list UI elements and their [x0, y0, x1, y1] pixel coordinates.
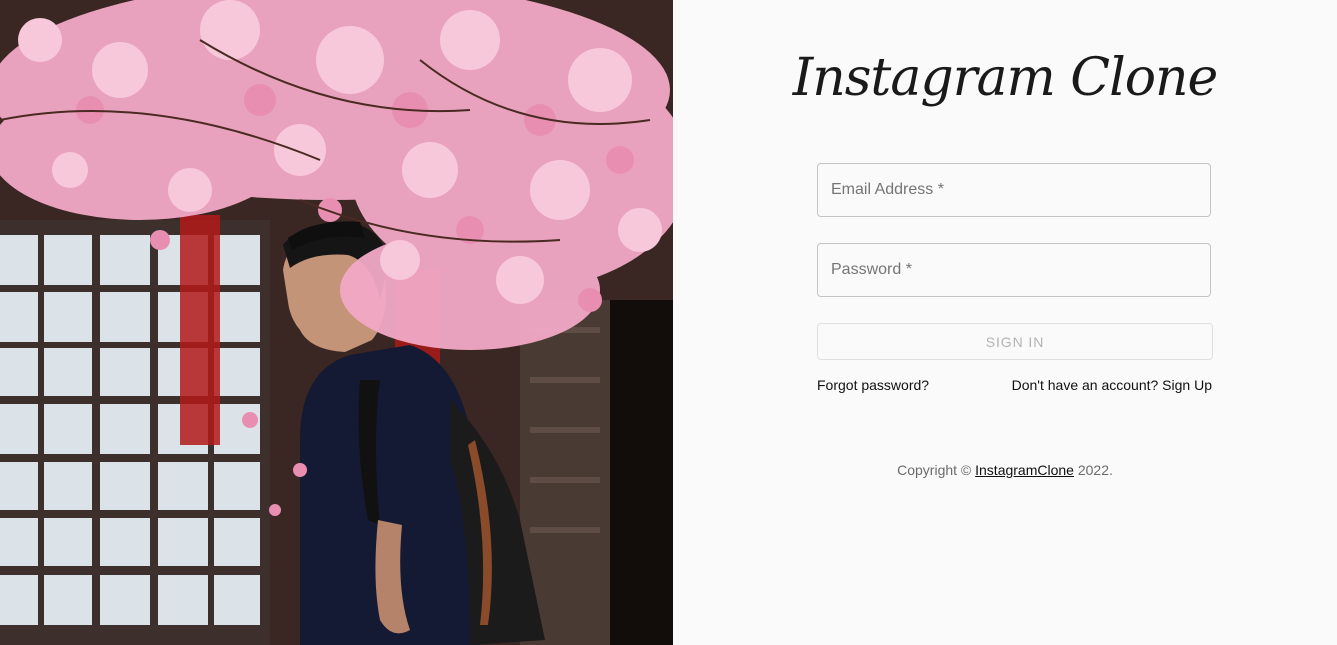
login-panel: Instagram Clone SIGN IN Forgot password?… — [673, 0, 1337, 645]
copyright-footer: Copyright © InstagramClone 2022. — [673, 462, 1337, 478]
forgot-password-link[interactable]: Forgot password? — [817, 377, 929, 393]
sign-in-button[interactable]: SIGN IN — [817, 323, 1213, 360]
hero-photo — [0, 0, 673, 645]
password-field-wrapper — [817, 243, 1211, 297]
sign-up-link[interactable]: Don't have an account? Sign Up — [1012, 377, 1212, 393]
cherry-blossom-photo — [0, 0, 673, 645]
copyright-link[interactable]: InstagramClone — [975, 462, 1074, 478]
password-field[interactable] — [818, 244, 1210, 296]
app-logo: Instagram Clone — [792, 48, 1219, 108]
copyright-year: 2022. — [1077, 462, 1113, 478]
copyright-prefix: Copyright © — [897, 462, 972, 478]
email-field-wrapper — [817, 163, 1211, 217]
email-field[interactable] — [818, 164, 1210, 216]
